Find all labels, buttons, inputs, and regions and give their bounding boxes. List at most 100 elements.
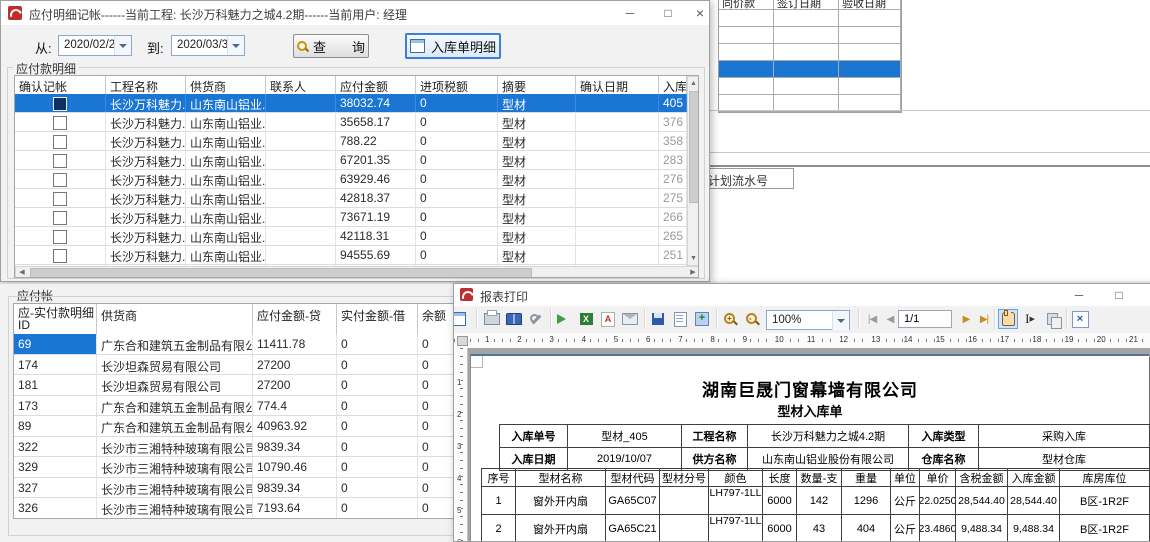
document-icon[interactable] xyxy=(670,309,690,329)
confirm-checkbox[interactable] xyxy=(53,249,67,263)
scroll-right-icon[interactable]: ▶ xyxy=(688,267,698,278)
scroll-down-icon[interactable]: ▼ xyxy=(688,253,699,264)
inbound-detail-button[interactable]: 入库单明细 xyxy=(405,33,501,59)
confirm-checkbox[interactable] xyxy=(53,211,67,225)
zoom-out-icon[interactable]: - xyxy=(742,309,762,329)
to-date-combo[interactable]: 2020/03/31 xyxy=(171,35,245,56)
table-row[interactable]: 173广东合和建筑五金制品有限公司774.400 xyxy=(14,396,478,417)
confirm-cell[interactable] xyxy=(15,113,106,131)
page-setup-icon[interactable] xyxy=(526,309,546,329)
confirm-checkbox[interactable] xyxy=(53,192,67,206)
confirm-checkbox[interactable] xyxy=(53,154,67,168)
last-page-button[interactable]: ▶| xyxy=(974,309,994,329)
confirm-cell[interactable] xyxy=(15,189,106,207)
minimize-button[interactable]: ─ xyxy=(1064,284,1094,306)
titlebar[interactable]: 应付明细记帐------当前工程: 长沙万科魅力之城4.2期------当前用户… xyxy=(1,1,709,25)
add-grid-icon[interactable]: + xyxy=(692,309,712,329)
print-icon[interactable] xyxy=(482,309,502,329)
copy-icon[interactable] xyxy=(1042,309,1062,329)
table-row[interactable]: 327长沙市三湘特种玻璃有限公司9839.3400 xyxy=(14,478,478,499)
table-row[interactable]: 长沙万科魅力...山东南山铝业...38032.740型材405 xyxy=(15,94,687,113)
scroll-up-icon[interactable]: ▲ xyxy=(688,78,699,89)
confirm-cell[interactable] xyxy=(15,151,106,169)
maximize-button[interactable]: □ xyxy=(1104,284,1134,306)
table-row[interactable]: 长沙万科魅力...山东南山铝业...73671.190型材266 xyxy=(15,208,687,227)
table-row[interactable]: 长沙万科魅力...山东南山铝业...94555.690型材251 xyxy=(15,246,687,265)
confirm-cell[interactable] xyxy=(15,94,106,112)
next-page-button[interactable]: ▶ xyxy=(956,309,976,329)
table-row[interactable]: 329长沙市三湘特种玻璃有限公司10790.4600 xyxy=(14,457,478,478)
hand-tool-icon[interactable] xyxy=(998,309,1018,329)
table-row[interactable]: 326长沙市三湘特种玻璃有限公司7193.6400 xyxy=(14,498,478,519)
column-header-3[interactable]: 联系人 xyxy=(266,76,336,94)
confirm-checkbox[interactable] xyxy=(53,97,67,111)
close-button[interactable]: × xyxy=(685,1,715,25)
vertical-scrollbar[interactable]: ▲ ▼ xyxy=(687,76,699,266)
grid-header-row[interactable]: 确认记帐工程名称供货商联系人应付金额进项税额摘要确认日期入库 xyxy=(15,76,687,95)
confirm-checkbox[interactable] xyxy=(53,173,67,187)
scrollbar-thumb[interactable] xyxy=(30,268,532,278)
column-header-0[interactable]: 应-实付款明细ID xyxy=(14,304,97,334)
page-number-box[interactable]: 1/1 xyxy=(898,310,952,328)
minimize-button[interactable]: ─ xyxy=(615,1,645,25)
column-header-3[interactable]: 实付金额-借 xyxy=(337,304,418,334)
table-row[interactable] xyxy=(719,44,901,61)
chevron-down-icon[interactable] xyxy=(227,36,244,55)
table-row[interactable]: 长沙万科魅力...山东南山铝业...63929.460型材276 xyxy=(15,170,687,189)
query-button[interactable]: 查 询 xyxy=(293,34,369,58)
plan-serial-field[interactable]: 计划流水号 xyxy=(701,168,794,189)
confirm-cell[interactable] xyxy=(15,246,106,264)
column-header[interactable]: 签订日期 xyxy=(774,0,839,9)
column-header[interactable]: 验收日期 xyxy=(839,0,901,9)
confirm-cell[interactable] xyxy=(15,132,106,150)
save-icon[interactable] xyxy=(648,309,668,329)
table-row[interactable] xyxy=(719,61,901,78)
table-row[interactable]: 89广东合和建筑五金制品有限公司40963.9200 xyxy=(14,416,478,437)
from-date-combo[interactable]: 2020/02/29 xyxy=(58,35,132,56)
scroll-left-icon[interactable]: ◀ xyxy=(17,267,27,278)
confirm-checkbox[interactable] xyxy=(53,116,67,130)
book-preview-icon[interactable] xyxy=(504,309,524,329)
maximize-button[interactable]: □ xyxy=(653,1,683,25)
table-row[interactable]: 长沙万科魅力...山东南山铝业...35658.170型材376 xyxy=(15,113,687,132)
column-header-2[interactable]: 应付金额-贷 xyxy=(253,304,337,334)
confirm-cell[interactable] xyxy=(15,227,106,245)
table-row[interactable]: 长沙万科魅力...山东南山铝业...67201.350型材283 xyxy=(15,151,687,170)
column-header-4[interactable]: 应付金额 xyxy=(336,76,416,94)
zoom-in-icon[interactable]: + xyxy=(720,309,740,329)
column-header-0[interactable]: 确认记帐 xyxy=(15,76,106,94)
mail-icon[interactable] xyxy=(620,309,640,329)
column-header[interactable]: 同价款 xyxy=(719,0,774,9)
pdf-export-icon[interactable]: A xyxy=(598,309,618,329)
close-preview-icon[interactable]: × xyxy=(1070,309,1090,329)
table-row[interactable]: 长沙万科魅力...山东南山铝业...42118.310型材265 xyxy=(15,227,687,246)
column-header-2[interactable]: 供货商 xyxy=(186,76,266,94)
horizontal-scrollbar[interactable]: ◀ ▶ xyxy=(15,266,699,278)
table-row[interactable] xyxy=(719,10,901,27)
table-row[interactable]: 181长沙坦森贸易有限公司2720000 xyxy=(14,375,478,396)
table-row[interactable]: 长沙市三湘特种玻璃有限公司 xyxy=(14,519,478,520)
zoom-level-combo[interactable]: 100% xyxy=(766,310,850,330)
confirm-checkbox[interactable] xyxy=(53,135,67,149)
chevron-down-icon[interactable] xyxy=(114,36,131,55)
refresh-export-icon[interactable] xyxy=(554,309,574,329)
preview-area[interactable]: 123456 湖南巨晟门窗幕墙有限公司 型材入库单 入库单号 型材_405 工程… xyxy=(454,348,1150,542)
column-header-5[interactable]: 进项税额 xyxy=(416,76,498,94)
close-button[interactable]: × xyxy=(1144,284,1150,306)
column-header-1[interactable]: 工程名称 xyxy=(106,76,186,94)
table-row[interactable]: 174长沙坦森贸易有限公司2720000 xyxy=(14,355,478,376)
table-row[interactable]: 322长沙市三湘特种玻璃有限公司9839.3400 xyxy=(14,437,478,458)
form-view-icon[interactable] xyxy=(453,309,468,329)
column-header-8[interactable]: 入库 xyxy=(659,76,687,94)
confirm-cell[interactable] xyxy=(15,208,106,226)
first-page-button[interactable]: |◀ xyxy=(862,309,882,329)
titlebar[interactable]: 报表打印 ─ □ × xyxy=(454,284,1150,306)
confirm-checkbox[interactable] xyxy=(53,230,67,244)
column-header-1[interactable]: 供货商 xyxy=(97,304,253,334)
excel-export-icon[interactable]: X xyxy=(576,309,596,329)
column-header-7[interactable]: 确认日期 xyxy=(576,76,659,94)
table-row[interactable] xyxy=(719,27,901,44)
table-row[interactable]: 69广东合和建筑五金制品有限公司11411.7800 xyxy=(14,334,478,355)
text-select-icon[interactable]: I▶ xyxy=(1020,309,1040,329)
table-row[interactable]: 长沙万科魅力...山东南山铝业...788.220型材358 xyxy=(15,132,687,151)
